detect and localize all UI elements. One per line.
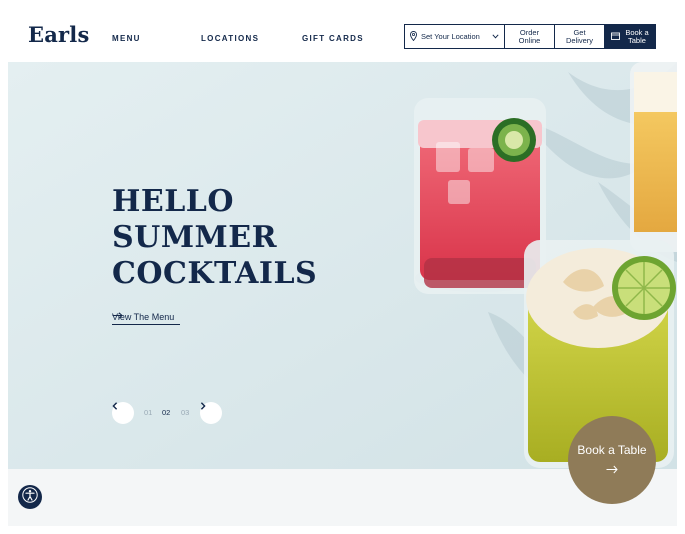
arrow-right-icon: [606, 463, 618, 477]
carousel-prev-button[interactable]: [112, 402, 134, 424]
headline-line-2: SUMMER: [112, 220, 278, 255]
order-online-label-2: Online: [518, 35, 541, 45]
cocktail-image: [8, 62, 677, 469]
hero-banner: HELLO SUMMER COCKTAILS View The Menu 01 …: [8, 62, 677, 469]
pagination-01[interactable]: 01: [144, 408, 152, 417]
book-table-fab-label: Book a Table: [577, 443, 647, 457]
headline-line-1: HELLO: [112, 184, 235, 219]
book-table-header-button[interactable]: Book a Table: [605, 25, 655, 48]
pagination-02-active[interactable]: 02: [162, 408, 170, 417]
page-frame: Earls MENU LOCATIONS GIFT CARDS Set Your…: [8, 8, 677, 526]
accessibility-icon: [22, 486, 38, 508]
headline-line-3: COCKTAILS: [112, 256, 318, 291]
carousel-next-button[interactable]: [200, 402, 222, 424]
chevron-down-icon: [492, 33, 504, 41]
order-online-button[interactable]: Order Online: [505, 25, 555, 48]
set-location-button[interactable]: Set Your Location: [405, 25, 505, 48]
view-menu-link[interactable]: View The Menu: [112, 312, 181, 325]
nav-menu[interactable]: MENU: [112, 34, 141, 43]
nav-locations[interactable]: LOCATIONS: [201, 34, 259, 43]
calendar-icon: [611, 32, 621, 42]
hero-headline: HELLO SUMMER COCKTAILS: [112, 184, 317, 292]
get-delivery-label-2: Delivery: [565, 35, 594, 45]
get-delivery-button[interactable]: Get Delivery: [555, 25, 605, 48]
accessibility-button[interactable]: [18, 485, 42, 509]
header-actions: Set Your Location Order Online Get Deliver…: [404, 24, 656, 49]
location-pin-icon: [410, 30, 417, 43]
logo[interactable]: Earls: [28, 22, 89, 47]
nav-gift-cards[interactable]: GIFT CARDS: [302, 34, 364, 43]
site-header: Earls MENU LOCATIONS GIFT CARDS Set Your…: [8, 8, 677, 62]
location-label: Set Your Location: [421, 31, 480, 41]
book-table-fab[interactable]: Book a Table: [568, 416, 656, 504]
pagination-03[interactable]: 03: [181, 408, 189, 417]
book-table-label-2: Table: [628, 35, 646, 45]
